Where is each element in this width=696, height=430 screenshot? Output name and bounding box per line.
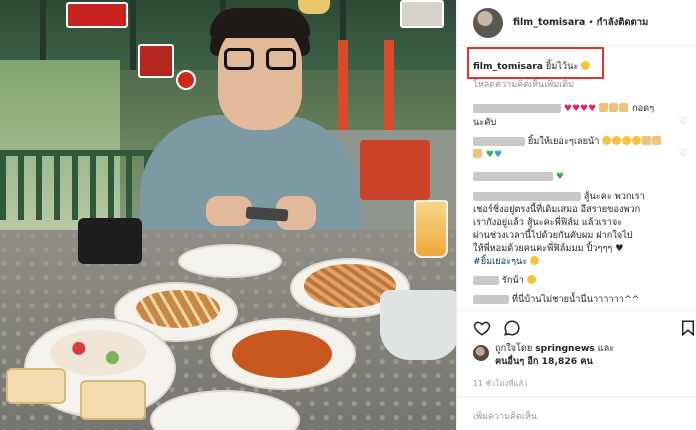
hand-emoji-icon [609, 103, 619, 112]
comment-item-cont: เชอร์ชิ่งอยู่ตรงนี้ที่เดิมเสมอ อีสรายของ… [473, 203, 683, 216]
caption-highlight-box [467, 47, 604, 79]
blurred-username [473, 276, 499, 285]
hand-emoji-icon [619, 103, 629, 112]
avatar[interactable] [473, 7, 503, 38]
liker-username[interactable]: springnews [535, 343, 595, 354]
hand-emoji-icon [473, 149, 482, 158]
blurred-username [473, 137, 525, 146]
load-more-comments-link[interactable]: โหลดความคิดเห็นเพิ่มเติม [473, 79, 683, 92]
ceiling-lamp [298, 0, 330, 14]
comment-text: ยิ้มให้เยอะๆเลยน้า [527, 136, 600, 147]
comment-like-icon[interactable]: ♡ [679, 148, 687, 161]
sauce-bowl [232, 330, 332, 378]
hand-emoji-icon [652, 136, 662, 145]
comment-text: ให้พี่หอมด้วยคนคะพี่ฟิล์มมม ปิ้วๆๆๆ [473, 243, 613, 254]
background-sign [176, 70, 196, 90]
hand-emoji-icon [642, 136, 652, 145]
heart-outline-icon[interactable] [473, 319, 491, 337]
blue-heart-emoji-icon: ♥ [494, 150, 503, 160]
black-heart-emoji-icon: ♥ [615, 243, 624, 254]
comment-text: รักน้า [501, 275, 524, 286]
blurred-username [473, 104, 561, 113]
background-sign [138, 44, 174, 78]
glasses [224, 48, 296, 70]
bookmark-icon[interactable] [679, 319, 696, 337]
smile-emoji-icon [530, 256, 540, 265]
speech-bubble-icon[interactable] [503, 319, 521, 337]
toast-bread [80, 380, 146, 420]
smile-emoji-icon [526, 275, 536, 284]
blurred-username [473, 295, 509, 304]
post-timestamp[interactable]: 11 ชั่วโมงที่แล้ว [473, 378, 528, 390]
comment-item: รักน้า [473, 274, 683, 287]
background-sign [66, 2, 128, 28]
header-username[interactable]: film_tomisara [513, 17, 585, 28]
soup-bowl [380, 290, 456, 360]
comment-text: ที่นี่บ้านไม่ชายน้ำนี่นาาาาาา^^ [511, 294, 640, 305]
comment-text: นะคับ [473, 117, 497, 128]
liker-avatar[interactable] [473, 345, 489, 361]
comment-item-cont: ♥♥ ♡ [473, 148, 687, 162]
plate [178, 244, 282, 278]
post-header: film_tomisara • กำลังติดตาม [457, 0, 696, 46]
likes-and: และ [597, 343, 615, 354]
comment-item-cont: ให้พี่หอมด้วยคนคะพี่ฟิล์มมม ปิ้วๆๆๆ ♥ [473, 242, 683, 255]
emoji-icon [612, 136, 622, 145]
comment-like-icon[interactable]: ♡ [679, 116, 687, 129]
blurred-username [473, 172, 553, 181]
green-heart-emoji-icon: ♥ [555, 172, 564, 182]
person-hair-top [210, 8, 310, 38]
post-actions-bar [457, 310, 696, 340]
comment-text: ผ่านช่วงเวลานี้ไปด้วยกันคับผม ฝากใจไป [473, 230, 633, 241]
likes-text: ถูกใจโดย springnews และ คนอื่นๆ อีก 18,8… [495, 342, 614, 368]
comment-text: กอดๆ [632, 103, 655, 114]
follow-status-button[interactable]: กำลังติดตาม [597, 15, 649, 30]
green-heart-emoji-icon: ♥ [485, 150, 494, 160]
satay-dish [136, 290, 220, 328]
comment-item: ยิ้มให้เยอะๆเลยน้า [473, 135, 683, 148]
emoji-icon [602, 136, 612, 145]
comments-list: film_tomisara ยิ้มไว้นะ โหลดความคิดเห็นเ… [473, 60, 687, 306]
emoji-icon [632, 136, 642, 145]
comment-item: ที่นี่บ้านไม่ชายน้ำนี่นาาาาาา^^ [473, 293, 683, 306]
background-sign [400, 0, 444, 28]
toast-bread [6, 368, 66, 404]
comment-item-cont: ผ่านช่วงเวลานี้ไปด้วยกันคับผม ฝากใจไป [473, 229, 683, 242]
orange-juice-glass [414, 200, 448, 258]
comment-item: ♥♥♥♥ กอดๆ [473, 102, 683, 116]
hand-emoji-icon [599, 103, 609, 112]
post-photo[interactable] [0, 0, 456, 430]
comment-text: เชอร์ชิ่งอยู่ตรงนี้ที่เดิมเสมอ อีสรายของ… [473, 204, 641, 215]
person-face [218, 22, 302, 130]
background-stall [360, 140, 430, 200]
red-heart-emoji-icon: ♥♥♥♥ [563, 104, 597, 114]
comment-item: สู้นะคะ พวกเรา [473, 190, 683, 203]
likes-prefix: ถูกใจโดย [495, 343, 533, 354]
camera [78, 218, 142, 264]
likes-summary: ถูกใจโดย springnews และ คนอื่นๆ อีก 18,8… [473, 342, 683, 368]
comment-item-cont: เรากังอยู่แล้ว สู้นะคะพี่ฟิล์ม แล้วเราจะ [473, 216, 683, 229]
likes-others-label[interactable]: คนอื่นๆ อีก [495, 356, 538, 367]
emoji-icon [622, 136, 632, 145]
likes-count[interactable]: 18,826 [542, 356, 577, 367]
comment-text: สู้นะคะ พวกเรา [583, 191, 645, 202]
comment-item-cont: นะคับ ♡ [473, 116, 687, 129]
hashtag-link[interactable]: #ยิ้มเยอะๆนะ [473, 256, 527, 267]
comment-text: เรากังอยู่แล้ว สู้นะคะพี่ฟิล์ม แล้วเราจะ [473, 217, 623, 228]
comment-item-cont: #ยิ้มเยอะๆนะ [473, 255, 683, 268]
add-comment-input[interactable]: เพิ่มความคิดเห็น [457, 396, 696, 430]
header-separator: • [588, 17, 594, 28]
likes-unit: คน [580, 356, 593, 367]
comment-item: ♥ [473, 170, 683, 184]
blurred-username [473, 192, 581, 201]
